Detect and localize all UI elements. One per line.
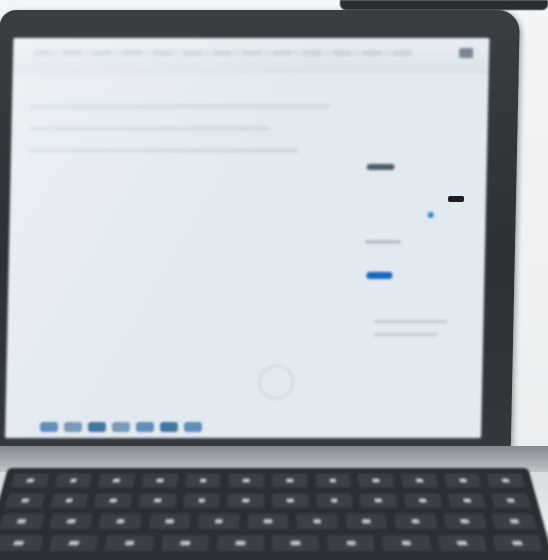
background-object (340, 0, 548, 10)
key-row (10, 473, 526, 488)
laptop-lid (0, 10, 520, 450)
loading-spinner-icon (257, 364, 295, 400)
key[interactable] (227, 493, 264, 508)
key[interactable] (49, 535, 99, 551)
app-icon[interactable] (88, 422, 106, 432)
key[interactable] (183, 493, 221, 508)
key[interactable] (138, 493, 177, 508)
cursor-icon (447, 196, 465, 202)
key[interactable] (437, 535, 487, 551)
key-row (5, 493, 531, 508)
app-icon[interactable] (64, 422, 82, 432)
key[interactable] (492, 535, 543, 551)
key[interactable] (247, 513, 289, 529)
form-label (366, 164, 395, 170)
key[interactable] (5, 493, 45, 508)
key[interactable] (400, 473, 439, 488)
key[interactable] (315, 493, 353, 508)
form-label-secondary (365, 240, 402, 244)
photo-scene (0, 0, 548, 560)
footer-links (373, 320, 454, 346)
key[interactable] (104, 535, 154, 551)
key[interactable] (184, 473, 222, 488)
key[interactable] (345, 513, 388, 529)
app-icon[interactable] (136, 422, 154, 432)
key[interactable] (94, 493, 133, 508)
key[interactable] (394, 513, 438, 529)
content-line (29, 104, 331, 109)
status-dot-icon (427, 212, 434, 218)
footer-link[interactable] (373, 333, 438, 336)
key[interactable] (98, 513, 142, 529)
key[interactable] (216, 535, 264, 551)
toolbar-tabstrip (33, 50, 414, 56)
key[interactable] (443, 473, 482, 488)
key[interactable] (357, 473, 395, 488)
key[interactable] (443, 513, 488, 529)
key[interactable] (160, 535, 209, 551)
key[interactable] (447, 493, 487, 508)
page-content (5, 74, 489, 438)
content-line (29, 126, 270, 131)
footer-link[interactable] (373, 320, 448, 323)
window-control-icon[interactable] (458, 48, 474, 58)
app-icon[interactable] (160, 422, 178, 432)
laptop-keyboard-deck (0, 446, 548, 560)
key[interactable] (382, 535, 432, 551)
key[interactable] (492, 513, 537, 529)
taskbar-dock (40, 420, 240, 434)
keyboard (0, 468, 548, 560)
primary-button[interactable] (366, 272, 393, 279)
key[interactable] (97, 473, 136, 488)
content-line (29, 148, 300, 153)
key[interactable] (272, 535, 320, 551)
key[interactable] (314, 473, 352, 488)
key[interactable] (0, 535, 44, 551)
key-row (0, 513, 537, 529)
key[interactable] (197, 513, 240, 529)
key[interactable] (148, 513, 191, 529)
key-row (0, 535, 543, 551)
key[interactable] (49, 513, 93, 529)
key[interactable] (228, 473, 265, 488)
key[interactable] (403, 493, 442, 508)
key[interactable] (272, 493, 309, 508)
browser-toolbar (12, 38, 490, 75)
app-icon[interactable] (184, 422, 202, 432)
key[interactable] (10, 473, 50, 488)
key[interactable] (491, 493, 531, 508)
key[interactable] (296, 513, 339, 529)
app-icon[interactable] (112, 422, 130, 432)
app-icon[interactable] (40, 422, 58, 432)
key[interactable] (272, 473, 308, 488)
key[interactable] (141, 473, 179, 488)
laptop-screen (5, 38, 490, 438)
key[interactable] (0, 513, 44, 529)
key[interactable] (54, 473, 93, 488)
key[interactable] (327, 535, 376, 551)
key[interactable] (359, 493, 398, 508)
key[interactable] (49, 493, 89, 508)
key[interactable] (486, 473, 526, 488)
